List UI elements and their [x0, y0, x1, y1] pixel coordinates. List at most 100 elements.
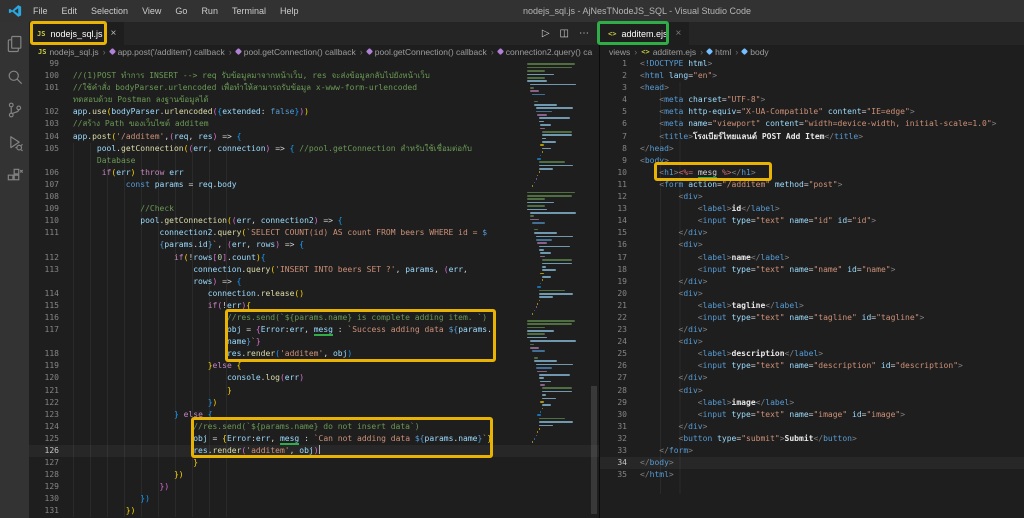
code-line[interactable]: 4 <meta charset="UTF-8">	[600, 94, 1024, 106]
code-area-right[interactable]: 1 <!DOCTYPE html> 2 <html lang="en"> 3 <head>…	[600, 58, 1024, 481]
code-line[interactable]: 104 app.post('/additem',(req, res) => {	[29, 131, 599, 143]
code-line[interactable]: 113 connection.query('INSERT INTO beers …	[29, 264, 599, 276]
code-line[interactable]: 12 <div>	[600, 191, 1024, 203]
breadcrumb-item[interactable]: pool.getConnection() callback	[244, 47, 356, 57]
code-line[interactable]: 25 <label>description</label>	[600, 348, 1024, 360]
breadcrumb-item[interactable]: additem.ejs	[653, 47, 696, 57]
code-area-left[interactable]: 99 100 //(1)POST ทำการ INSERT --> req รับ…	[29, 58, 599, 518]
code-line[interactable]: 19 </div>	[600, 276, 1024, 288]
code-line[interactable]: 5 <meta http-equiv="X-UA-Compatible" con…	[600, 106, 1024, 118]
source-control-icon[interactable]	[5, 100, 25, 120]
search-icon[interactable]	[5, 67, 25, 87]
breadcrumb-item[interactable]: pool.getConnection() callback	[375, 47, 487, 57]
code-line[interactable]: 100 //(1)POST ทำการ INSERT --> req รับข้…	[29, 70, 599, 82]
code-line[interactable]: 13 <label>id</label>	[600, 203, 1024, 215]
code-line[interactable]: 22 <input type="text" name="tagline" id=…	[600, 312, 1024, 324]
code-line[interactable]: 17 <label>name</label>	[600, 252, 1024, 264]
code-line[interactable]: 11 <form action="/additem" method="post"…	[600, 179, 1024, 191]
code-line[interactable]: 126 res.render('additem', obj)	[29, 445, 599, 458]
code-line[interactable]: 15 </div>	[600, 227, 1024, 239]
breadcrumb-item[interactable]: connection2.query() ca	[506, 47, 592, 57]
code-line[interactable]: 122 })	[29, 397, 599, 409]
more-actions-icon[interactable]: ⋯	[579, 28, 589, 39]
code-line[interactable]: rows) => {	[29, 276, 599, 288]
code-line[interactable]: 116 //res.send(`${params.name} is comple…	[29, 312, 599, 324]
code-line[interactable]: 131 })	[29, 505, 599, 517]
code-line[interactable]: 29 <label>image</label>	[600, 397, 1024, 409]
code-line[interactable]: 110 pool.getConnection((err, connection2…	[29, 215, 599, 227]
code-line[interactable]: 7 <title>โรงเบียร์ไทยแลนด์ POST Add Item…	[600, 131, 1024, 143]
code-line[interactable]: 121 }	[29, 385, 599, 397]
code-line[interactable]: 9 <body>	[600, 155, 1024, 167]
code-line[interactable]: 105 pool.getConnection((err, connection)…	[29, 143, 599, 155]
code-line[interactable]: 31 </div>	[600, 421, 1024, 433]
code-line[interactable]: 119 }else {	[29, 360, 599, 372]
breadcrumb-item[interactable]: views	[609, 47, 630, 57]
code-line[interactable]: 129 })	[29, 481, 599, 493]
code-line[interactable]: 32 <button type="submit">Submit</button>	[600, 433, 1024, 445]
extensions-icon[interactable]	[5, 166, 25, 186]
code-line[interactable]: 35 </html>	[600, 469, 1024, 481]
breadcrumb-item[interactable]: app.post('/additem') callback	[118, 47, 225, 57]
code-line[interactable]: 26 <input type="text" name="description"…	[600, 360, 1024, 372]
vertical-scrollbar[interactable]	[589, 58, 599, 518]
minimap[interactable]	[527, 60, 587, 445]
menu-view[interactable]: View	[135, 0, 168, 22]
code-line[interactable]: 115 if(!err){	[29, 300, 599, 312]
code-line[interactable]: 8 </head>	[600, 143, 1024, 155]
code-line[interactable]: 34 </body>	[600, 457, 1024, 470]
code-line[interactable]: name}`}	[29, 336, 599, 348]
editor-right[interactable]: 1 <!DOCTYPE html> 2 <html lang="en"> 3 <head>…	[600, 58, 1024, 518]
code-line[interactable]: 21 <label>tagline</label>	[600, 300, 1024, 312]
tab-nodejs-sql-js[interactable]: JS nodejs_sql.js ×	[29, 22, 125, 45]
code-line[interactable]: 107 const params = req.body	[29, 179, 599, 191]
code-line[interactable]: 108	[29, 191, 599, 203]
menu-run[interactable]: Run	[194, 0, 225, 22]
scrollbar-thumb[interactable]	[591, 386, 597, 514]
code-line[interactable]: 117 obj = {Error:err, mesg : `Success ad…	[29, 324, 599, 337]
run-icon[interactable]: ▷	[542, 28, 550, 39]
code-line[interactable]: Database	[29, 155, 599, 167]
code-line[interactable]: 120 console.log(err)	[29, 372, 599, 384]
run-and-debug-icon[interactable]	[5, 133, 25, 153]
code-line[interactable]: 30 <input type="text" name="image" id="i…	[600, 409, 1024, 421]
code-line[interactable]: 3 <head>	[600, 82, 1024, 94]
tab-additem-ejs[interactable]: <> additem.ejs ×	[600, 22, 690, 45]
code-line[interactable]: 18 <input type="text" name="name" id="na…	[600, 264, 1024, 276]
code-line[interactable]: 103 //สร้าง Path ของเว็บไซต์ additem	[29, 118, 599, 130]
breadcrumb-item[interactable]: nodejs_sql.js	[49, 47, 98, 57]
code-line[interactable]: 101 //ใช้คำสั่ง bodyParser.urlencoded เพ…	[29, 82, 599, 94]
code-line[interactable]: 123 } else {	[29, 409, 599, 421]
code-line[interactable]: 24 <div>	[600, 336, 1024, 348]
code-line[interactable]: 28 <div>	[600, 385, 1024, 397]
code-line[interactable]: 111 connection2.query(`SELECT COUNT(id) …	[29, 227, 599, 239]
code-line[interactable]: ทดสอบด้วย Postman ลงฐานข้อมูลได้	[29, 94, 599, 106]
menu-selection[interactable]: Selection	[84, 0, 135, 22]
code-line[interactable]: 112 if(!rows[0].count){	[29, 252, 599, 264]
code-line[interactable]: 130 })	[29, 493, 599, 505]
menu-go[interactable]: Go	[168, 0, 194, 22]
code-line[interactable]: 20 <div>	[600, 288, 1024, 300]
code-line[interactable]: 6 <meta name="viewport" content="width=d…	[600, 118, 1024, 130]
code-line[interactable]: 124 //res.send(`${params.name} do not in…	[29, 421, 599, 433]
menu-file[interactable]: File	[26, 0, 55, 22]
menu-edit[interactable]: Edit	[55, 0, 85, 22]
code-line[interactable]: 27 </div>	[600, 372, 1024, 384]
code-line[interactable]: 125 obj = {Error:err, mesg : `Can not ad…	[29, 433, 599, 445]
code-line[interactable]: 118 res.render('additem', obj)	[29, 348, 599, 360]
close-tab-icon[interactable]: ×	[675, 28, 681, 39]
code-line[interactable]: 10 <h1><%= mesg %></h1>	[600, 167, 1024, 179]
editor-left[interactable]: 99 100 //(1)POST ทำการ INSERT --> req รับ…	[29, 58, 599, 518]
code-line[interactable]: 1 <!DOCTYPE html>	[600, 58, 1024, 70]
code-line[interactable]: 2 <html lang="en">	[600, 70, 1024, 82]
breadcrumb-item[interactable]: html	[715, 47, 731, 57]
code-line[interactable]: 127 }	[29, 457, 599, 469]
code-line[interactable]: 114 connection.release()	[29, 288, 599, 300]
close-tab-icon[interactable]: ×	[110, 28, 116, 39]
code-line[interactable]: 99	[29, 58, 599, 70]
breadcrumb-item[interactable]: body	[750, 47, 768, 57]
code-line[interactable]: 33 </form>	[600, 445, 1024, 457]
code-line[interactable]: 109 //Check	[29, 203, 599, 215]
code-line[interactable]: 14 <input type="text" name="id" id="id">	[600, 215, 1024, 227]
code-line[interactable]: 102 app.use(bodyParser.urlencoded({exten…	[29, 106, 599, 118]
